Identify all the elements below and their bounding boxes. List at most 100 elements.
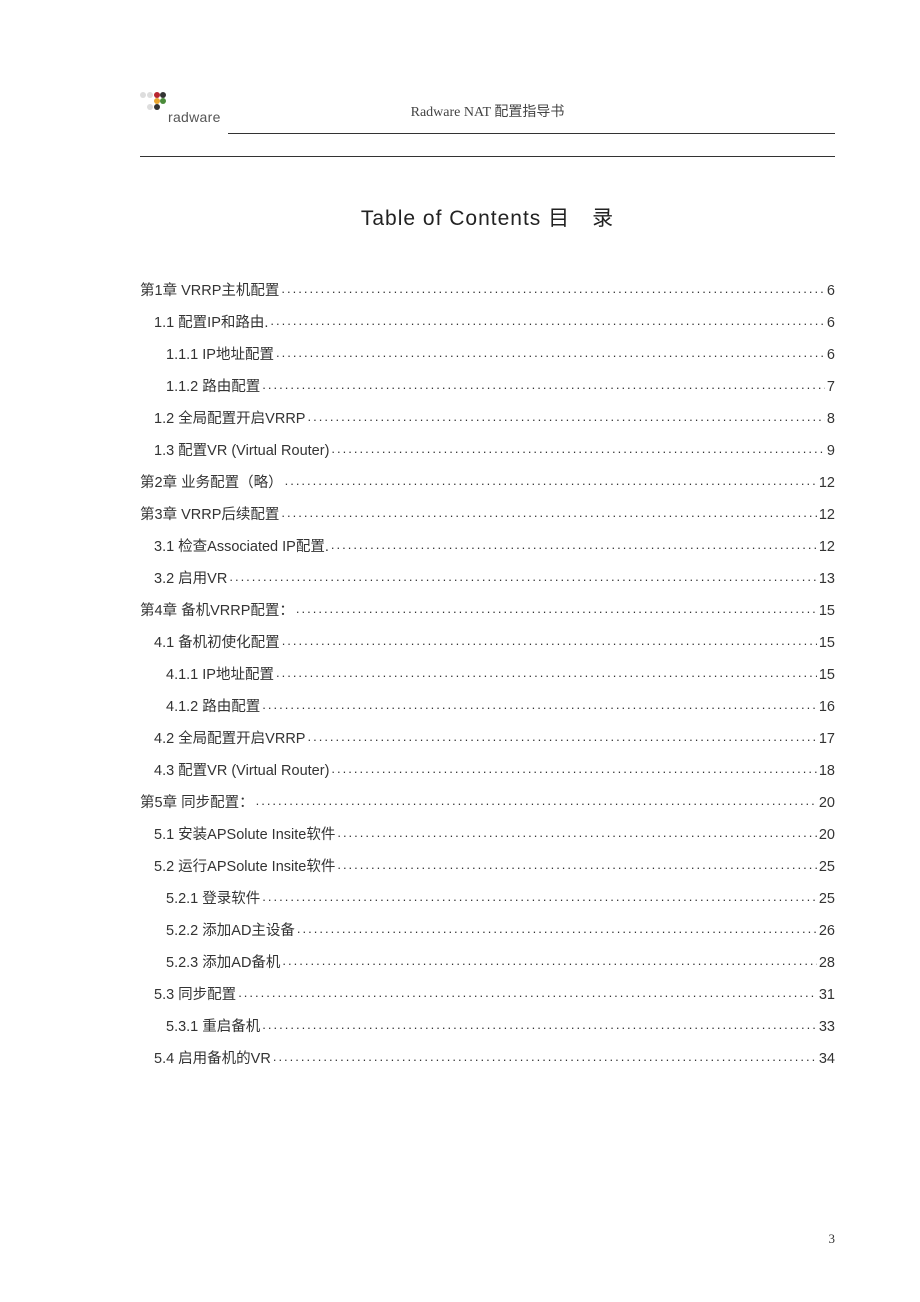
toc-leader-dots: [270, 312, 825, 327]
toc-entry[interactable]: 第2章 业务配置（略） 12: [140, 472, 835, 490]
toc-entry-page: 7: [827, 380, 835, 395]
toc-entry-page: 12: [819, 508, 835, 523]
document-title: Radware NAT 配置指导书: [411, 101, 565, 121]
toc-entry-page: 13: [819, 572, 835, 587]
toc-leader-dots: [273, 1048, 817, 1063]
toc-entry[interactable]: 3.2 启用VR 13: [140, 568, 835, 586]
toc-leader-dots: [307, 408, 824, 423]
toc-entry[interactable]: 1.1.1 IP地址配置 6: [140, 344, 835, 362]
toc-entry-page: 15: [819, 668, 835, 683]
document-page: radware Radware NAT 配置指导书 Table of Conte…: [0, 0, 920, 1140]
toc-entry-label: 第2章 业务配置（略）: [140, 476, 283, 491]
toc-leader-dots: [256, 792, 817, 807]
toc-leader-dots: [331, 760, 816, 775]
header-rule-1: [228, 133, 835, 134]
toc-heading: Table of Contents 目 录: [140, 202, 835, 232]
toc-entry-label: 5.3.1 重启备机: [166, 1020, 260, 1035]
toc-entry-page: 26: [819, 924, 835, 939]
toc-entry-label: 5.4 启用备机的VR: [154, 1052, 271, 1067]
toc-entry-page: 6: [827, 284, 835, 299]
toc-entry-page: 12: [819, 540, 835, 555]
toc-entry-label: 第5章 同步配置：: [140, 796, 254, 811]
toc-entry[interactable]: 3.1 检查Associated IP配置. 12: [140, 536, 835, 554]
toc-entry-page: 20: [819, 828, 835, 843]
toc-entry-label: 4.1.2 路由配置: [166, 700, 260, 715]
logo: radware: [140, 85, 221, 125]
page-header: radware Radware NAT 配置指导书: [140, 75, 835, 125]
toc-entry-label: 第1章 VRRP主机配置: [140, 284, 279, 299]
toc-entry[interactable]: 第4章 备机VRRP配置：15: [140, 600, 835, 618]
toc-leader-dots: [238, 984, 817, 999]
toc-leader-dots: [337, 824, 817, 839]
toc-entry-page: 34: [819, 1052, 835, 1067]
table-of-contents: 第1章 VRRP主机配置61.1 配置IP和路由.61.1.1 IP地址配置61…: [140, 280, 835, 1066]
toc-entry-page: 28: [819, 956, 835, 971]
toc-entry-label: 5.1 安装APSolute Insite软件: [154, 828, 335, 843]
toc-entry[interactable]: 第1章 VRRP主机配置 6: [140, 280, 835, 298]
toc-entry-page: 6: [827, 316, 835, 331]
toc-entry[interactable]: 4.2 全局配置开启VRRP 17: [140, 728, 835, 746]
toc-entry-label: 第4章 备机VRRP配置：: [140, 604, 294, 619]
toc-entry-page: 9: [827, 444, 835, 459]
toc-entry[interactable]: 4.1.1 IP地址配置 15: [140, 664, 835, 682]
toc-entry[interactable]: 5.3 同步配置 31: [140, 984, 835, 1002]
toc-entry-page: 12: [819, 476, 835, 491]
toc-entry-label: 1.1.1 IP地址配置: [166, 348, 274, 363]
page-number: 3: [829, 1231, 836, 1247]
toc-leader-dots: [281, 280, 825, 295]
toc-leader-dots: [276, 664, 817, 679]
toc-leader-dots: [337, 856, 817, 871]
toc-entry-label: 第3章 VRRP后续配置: [140, 508, 279, 523]
toc-entry-label: 4.1 备机初使化配置: [154, 636, 280, 651]
toc-entry[interactable]: 4.1.2 路由配置 16: [140, 696, 835, 714]
toc-entry-label: 5.2.3 添加AD备机: [166, 956, 280, 971]
toc-entry-page: 33: [819, 1020, 835, 1035]
toc-entry[interactable]: 1.2 全局配置开启VRRP 8: [140, 408, 835, 426]
toc-entry-page: 25: [819, 892, 835, 907]
toc-entry[interactable]: 5.2.3 添加AD备机 28: [140, 952, 835, 970]
logo-text: radware: [168, 109, 221, 125]
toc-entry-page: 25: [819, 860, 835, 875]
toc-entry-label: 4.3 配置VR (Virtual Router): [154, 764, 329, 779]
toc-leader-dots: [281, 504, 816, 519]
toc-entry-label: 3.1 检查Associated IP配置.: [154, 540, 329, 555]
toc-entry-page: 6: [827, 348, 835, 363]
toc-entry-label: 4.1.1 IP地址配置: [166, 668, 274, 683]
toc-entry-label: 5.2 运行APSolute Insite软件: [154, 860, 335, 875]
header-rule-2: [140, 156, 835, 157]
toc-entry-label: 5.2.2 添加AD主设备: [166, 924, 295, 939]
toc-entry[interactable]: 4.3 配置VR (Virtual Router)18: [140, 760, 835, 778]
toc-entry[interactable]: 第3章 VRRP后续配置 12: [140, 504, 835, 522]
toc-entry-label: 1.2 全局配置开启VRRP: [154, 412, 305, 427]
toc-entry-label: 1.1 配置IP和路由.: [154, 316, 268, 331]
toc-entry[interactable]: 4.1 备机初使化配置 15: [140, 632, 835, 650]
toc-leader-dots: [282, 632, 817, 647]
toc-leader-dots: [262, 888, 817, 903]
toc-entry-page: 16: [819, 700, 835, 715]
toc-entry[interactable]: 5.2 运行APSolute Insite软件 25: [140, 856, 835, 874]
toc-entry-page: 15: [819, 636, 835, 651]
toc-entry-label: 5.2.1 登录软件: [166, 892, 260, 907]
toc-entry[interactable]: 5.3.1 重启备机 33: [140, 1016, 835, 1034]
toc-entry[interactable]: 5.4 启用备机的VR 34: [140, 1048, 835, 1066]
toc-entry-page: 8: [827, 412, 835, 427]
toc-entry[interactable]: 5.2.2 添加AD主设备 26: [140, 920, 835, 938]
toc-leader-dots: [282, 952, 816, 967]
toc-entry[interactable]: 5.2.1 登录软件 25: [140, 888, 835, 906]
toc-leader-dots: [331, 440, 825, 455]
toc-leader-dots: [296, 600, 817, 615]
toc-entry-label: 5.3 同步配置: [154, 988, 236, 1003]
toc-entry[interactable]: 5.1 安装APSolute Insite软件 20: [140, 824, 835, 842]
toc-entry-label: 1.1.2 路由配置: [166, 380, 260, 395]
toc-entry[interactable]: 1.3 配置VR (Virtual Router)9: [140, 440, 835, 458]
toc-entry[interactable]: 1.1 配置IP和路由. 6: [140, 312, 835, 330]
toc-entry[interactable]: 1.1.2 路由配置 7: [140, 376, 835, 394]
toc-entry-page: 31: [819, 988, 835, 1003]
toc-leader-dots: [297, 920, 817, 935]
toc-leader-dots: [276, 344, 825, 359]
toc-entry-label: 4.2 全局配置开启VRRP: [154, 732, 305, 747]
toc-entry-label: 3.2 启用VR: [154, 572, 227, 587]
toc-entry[interactable]: 第5章 同步配置：20: [140, 792, 835, 810]
toc-entry-page: 17: [819, 732, 835, 747]
toc-leader-dots: [262, 696, 817, 711]
